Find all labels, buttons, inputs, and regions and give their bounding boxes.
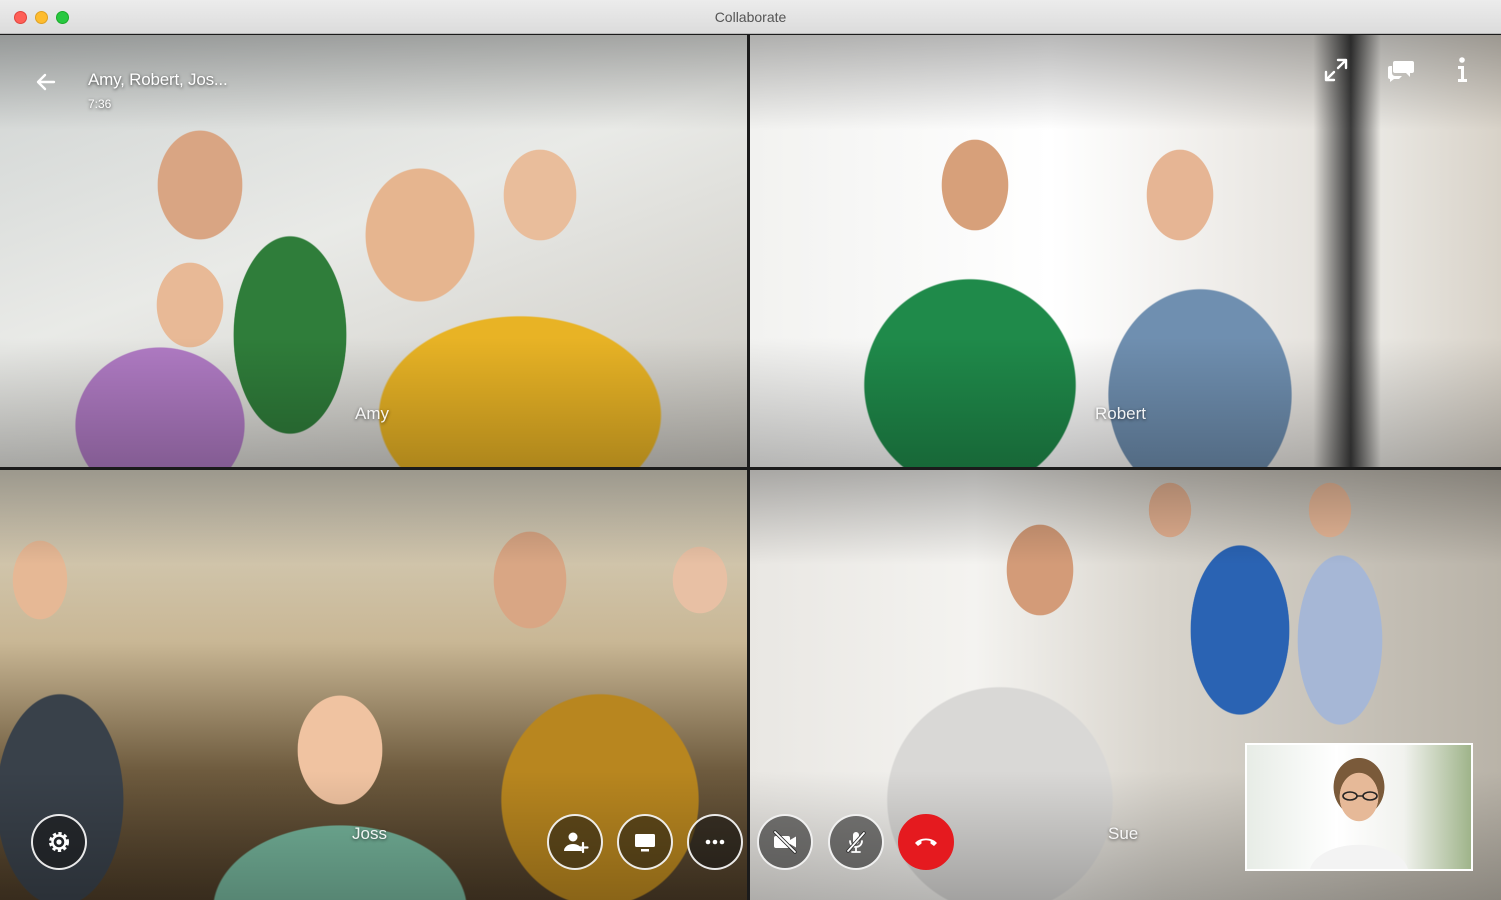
info-button[interactable] [1446,54,1478,86]
end-call-button[interactable] [898,814,954,870]
self-view-glasses-decor [1342,791,1378,801]
end-call-icon [915,838,937,846]
mic-off-icon [846,831,866,853]
video-off-icon [773,830,797,854]
fullscreen-icon [1324,58,1348,82]
more-options-button[interactable] [687,814,743,870]
fullscreen-button[interactable] [1320,54,1352,86]
toggle-mic-button[interactable] [828,814,884,870]
share-screen-icon [635,834,655,852]
video-tile-robert[interactable] [750,35,1501,467]
share-screen-button[interactable] [617,814,673,870]
call-duration: 7:36 [88,97,112,111]
participant-name-robert: Robert [1095,404,1147,423]
settings-button[interactable] [31,814,87,870]
title-bar: Collaborate [0,0,1501,34]
call-participants-title: Amy, Robert, Jos... [88,70,228,89]
back-button[interactable] [30,66,62,98]
participant-name-amy: Amy [355,404,389,423]
more-icon [705,839,725,845]
participant-name-sue: Sue [1108,824,1139,843]
info-icon [1458,57,1467,82]
toggle-video-button[interactable] [757,814,813,870]
add-participant-button[interactable] [547,814,603,870]
chat-icon [1388,61,1414,82]
arrow-left-icon [36,73,56,91]
participant-name-joss: Joss [352,824,387,843]
self-view-video[interactable] [1245,743,1473,871]
settings-icon [49,832,69,852]
add-participant-icon [564,832,589,854]
chat-button[interactable] [1385,54,1417,86]
window-title: Collaborate [714,9,787,25]
video-tile-amy[interactable] [0,35,747,467]
